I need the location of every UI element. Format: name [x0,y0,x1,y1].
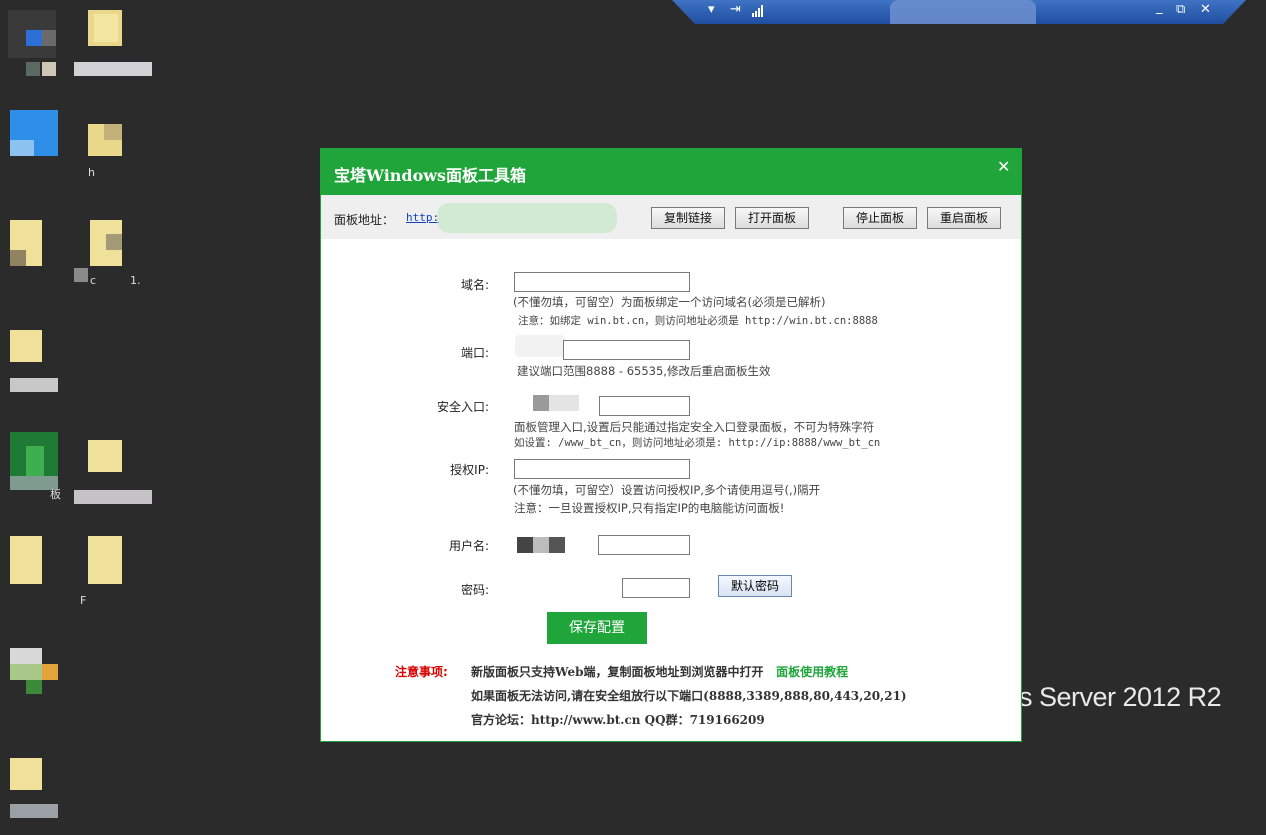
desktop-icon[interactable] [10,648,58,696]
port-hint: 建议端口范围8888 - 65535,修改后重启面板生效 [517,364,771,378]
desktop-icon[interactable] [10,330,58,392]
auth-ip-input[interactable] [514,459,690,479]
notes-line-ports: 如果面板无法访问,请在安全组放行以下端口(8888,3389,888,80,44… [471,689,907,703]
restart-panel-button[interactable]: 重启面板 [927,207,1001,229]
windows-server-wallpaper-text: ws Server 2012 R2 [1000,682,1222,712]
panel-address-link[interactable]: http: [406,211,439,224]
password-input[interactable] [622,578,690,598]
restore-button[interactable]: ⧉ [1176,2,1185,17]
auth-ip-label: 授权IP: [450,463,489,477]
desktop-icon[interactable] [10,536,58,584]
desktop-icon[interactable]: F [80,536,136,607]
username-redacted-2 [533,537,549,553]
close-icon[interactable]: ✕ [997,157,1010,176]
desktop-icon[interactable] [10,110,58,158]
security-entry-label: 安全入口: [436,400,489,414]
bt-toolbox-dialog: 宝塔Windows面板工具箱 ✕ 面板地址： http: 复制链接 打开面板 停… [320,148,1022,742]
panel-address-bar: 面板地址： http: 复制链接 打开面板 停止面板 重启面板 [321,195,1021,239]
auth-ip-note: 注意：一旦设置授权IP,只有指定IP的电脑能访问面板! [514,501,785,515]
copy-link-button[interactable]: 复制链接 [651,207,725,229]
domain-hint: (不懂勿填，可留空）为面板绑定一个访问域名(必须是已解析) [513,295,826,309]
signal-icon [752,5,763,17]
desktop-icon[interactable] [10,758,58,818]
desktop-icon[interactable]: 板 [10,432,61,501]
username-redacted-3 [549,537,565,553]
domain-label: 域名: [460,278,489,292]
notes-line-forum: 官方论坛：http://www.bt.cn QQ群：719166209 [471,713,765,727]
panel-address-redacted [437,203,617,233]
dialog-titlebar[interactable]: 宝塔Windows面板工具箱 ✕ [321,149,1021,195]
notes-line-web-text: 新版面板只支持Web端，复制面板地址到浏览器中打开 [471,665,764,679]
security-entry-hint: 面板管理入口,设置后只能通过指定安全入口登录面板，不可为特殊字符 [514,420,875,434]
desktop-icon-label: h [88,166,95,179]
desktop-icon-label: c [90,274,97,287]
dialog-title: 宝塔Windows面板工具箱 [334,166,527,185]
save-config-button[interactable]: 保存配置 [547,612,647,644]
pin-icon[interactable]: ⇥ [730,2,741,17]
connection-name-redacted [890,0,1036,24]
username-label: 用户名: [448,539,489,553]
security-entry-redacted [533,395,549,411]
remote-desktop-bar: ▾ ⇥ _ ⧉ ✕ [672,0,1246,24]
chevron-down-icon[interactable]: ▾ [708,2,715,17]
desktop-icon-label: 1. [130,274,141,287]
desktop-icon-label: F [80,594,87,607]
desktop-icon[interactable]: c 1. [74,220,141,287]
security-entry-input[interactable] [599,396,690,416]
desktop-icon[interactable] [74,10,152,76]
desktop-icon[interactable] [8,10,56,76]
username-input[interactable] [598,535,690,555]
desktop-icon[interactable] [74,440,152,504]
domain-note: 注意：如绑定 win.bt.cn，则访问地址必须是 http://win.bt.… [518,315,878,327]
password-label: 密码: [460,583,489,597]
minimize-button[interactable]: _ [1156,0,1163,15]
desktop-icon[interactable] [10,220,58,268]
security-entry-example: 如设置: /www_bt_cn，则访问地址必须是: http://ip:8888… [514,437,881,449]
default-password-button[interactable]: 默认密码 [718,575,792,597]
open-panel-button[interactable]: 打开面板 [735,207,809,229]
panel-address-label: 面板地址： [334,213,395,227]
desktop-icon[interactable]: h [88,124,136,179]
notes-line-web: 新版面板只支持Web端，复制面板地址到浏览器中打开 面板使用教程 [471,663,848,680]
auth-ip-hint: (不懂勿填，可留空）设置访问授权IP,多个请使用逗号(,)隔开 [513,483,821,497]
close-button[interactable]: ✕ [1200,2,1211,17]
port-value-redacted [515,335,565,357]
desktop-icon-label: 板 [50,488,61,501]
port-label: 端口: [460,346,489,360]
security-entry-redacted-2 [549,395,579,411]
notes-title: 注意事项: [395,665,448,679]
port-input[interactable] [563,340,690,360]
stop-panel-button[interactable]: 停止面板 [843,207,917,229]
username-redacted [517,537,533,553]
tutorial-link[interactable]: 面板使用教程 [776,665,848,679]
domain-input[interactable] [514,272,690,292]
